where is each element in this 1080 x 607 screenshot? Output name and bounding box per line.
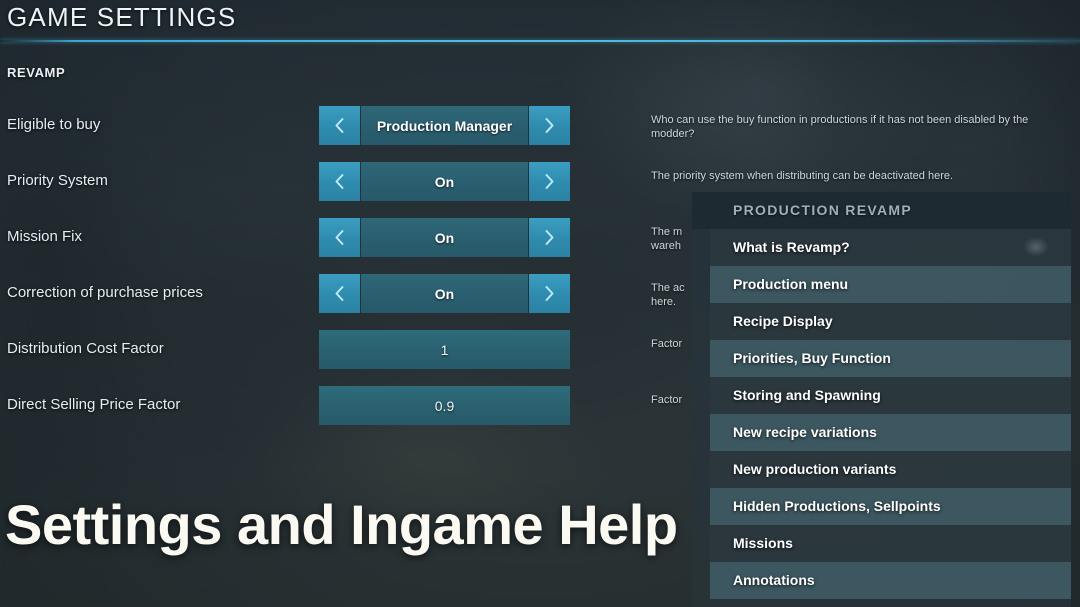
chevron-left-icon[interactable] — [319, 218, 360, 257]
panel-list-item[interactable]: What is Revamp? — [692, 229, 1071, 266]
chevron-right-icon[interactable] — [529, 274, 570, 313]
section-title: REVAMP — [7, 65, 65, 80]
setting-value: On — [361, 162, 528, 201]
panel-item-label: Priorities, Buy Function — [733, 350, 891, 366]
panel-item-label: New recipe variations — [733, 424, 877, 440]
setting-row: Correction of purchase prices On — [0, 271, 640, 327]
setting-row: Priority System On — [0, 159, 640, 215]
panel-list-item[interactable]: New production variants — [692, 451, 1071, 488]
chevron-left-icon[interactable] — [319, 162, 360, 201]
panel-list-item[interactable]: Priorities, Buy Function — [692, 340, 1071, 377]
panel-item-label: Recipe Display — [733, 313, 833, 329]
setting-value[interactable]: 1 — [319, 330, 570, 369]
panel-list-item[interactable]: Missions — [692, 525, 1071, 562]
panel-item-label: What is Revamp? — [733, 239, 850, 255]
chevron-left-icon[interactable] — [319, 106, 360, 145]
chevron-right-icon[interactable] — [529, 162, 570, 201]
setting-label: Correction of purchase prices — [7, 284, 203, 301]
panel-highlight-glow — [1023, 237, 1049, 257]
setting-value: On — [361, 274, 528, 313]
panel-list-item[interactable]: Production menu — [692, 266, 1071, 303]
panel-item-label: Production menu — [733, 276, 848, 292]
setting-label: Priority System — [7, 172, 108, 189]
setting-value[interactable]: 0.9 — [319, 386, 570, 425]
production-revamp-panel: PRODUCTION REVAMP What is Revamp? Product… — [692, 192, 1071, 607]
panel-item-label: Storing and Spawning — [733, 387, 881, 403]
panel-list-item[interactable]: Hidden Productions, Sellpoints — [692, 488, 1071, 525]
setting-text-field[interactable]: 0.9 — [319, 386, 570, 425]
setting-text-field[interactable]: 1 — [319, 330, 570, 369]
chevron-right-icon[interactable] — [529, 218, 570, 257]
panel-list-item[interactable]: Storing and Spawning — [692, 377, 1071, 414]
setting-row: Mission Fix On — [0, 215, 640, 271]
setting-row: Direct Selling Price Factor 0.9 — [0, 383, 640, 439]
setting-label: Eligible to buy — [7, 116, 100, 133]
setting-row: Distribution Cost Factor 1 — [0, 327, 640, 383]
setting-selector[interactable]: Production Manager — [319, 106, 570, 145]
help-text: The m wareh — [651, 225, 695, 253]
chevron-left-icon[interactable] — [319, 274, 360, 313]
help-row: Who can use the buy function in producti… — [651, 103, 1071, 159]
panel-item-label: Missions — [733, 535, 793, 551]
setting-value: On — [361, 218, 528, 257]
help-text: Who can use the buy function in producti… — [651, 113, 1051, 141]
panel-title: PRODUCTION REVAMP — [733, 202, 912, 218]
panel-list-item[interactable]: Recipe Display — [692, 303, 1071, 340]
setting-label: Distribution Cost Factor — [7, 340, 164, 357]
setting-selector[interactable]: On — [319, 274, 570, 313]
panel-item-label: New production variants — [733, 461, 896, 477]
page-title: GAME SETTINGS — [7, 2, 236, 33]
video-caption: Settings and Ingame Help — [5, 492, 678, 557]
panel-header: PRODUCTION REVAMP — [692, 192, 1071, 229]
panel-list-item[interactable]: New recipe variations — [692, 414, 1071, 451]
help-text: The ac here. — [651, 281, 695, 309]
help-text: Factor — [651, 393, 695, 407]
setting-value: Production Manager — [361, 106, 528, 145]
setting-label: Direct Selling Price Factor — [7, 396, 180, 413]
panel-item-label: Hidden Productions, Sellpoints — [733, 498, 941, 514]
help-text: Factor — [651, 337, 695, 351]
help-text: The priority system when distributing ca… — [651, 169, 1051, 183]
panel-list-item[interactable]: Annotations — [692, 562, 1071, 599]
setting-selector[interactable]: On — [319, 218, 570, 257]
chevron-right-icon[interactable] — [529, 106, 570, 145]
settings-list: Eligible to buy Production Manager Priorit… — [0, 103, 640, 439]
setting-selector[interactable]: On — [319, 162, 570, 201]
setting-label: Mission Fix — [7, 228, 82, 245]
panel-item-list: What is Revamp? Production menu Recipe Dis… — [692, 229, 1071, 599]
panel-item-label: Annotations — [733, 572, 815, 588]
header-divider — [0, 40, 1080, 42]
setting-row: Eligible to buy Production Manager — [0, 103, 640, 159]
